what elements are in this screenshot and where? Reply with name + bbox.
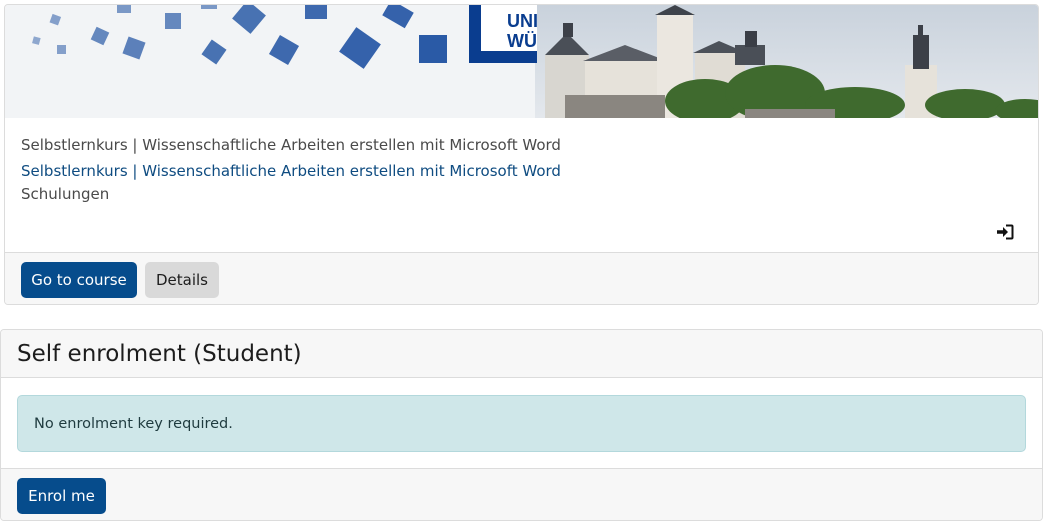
course-banner-image: UNI WÜ — [5, 5, 1038, 118]
course-title-link[interactable]: Selbstlernkurs | Wissenschaftliche Arbei… — [21, 162, 561, 180]
enrol-panel-header: Self enrolment (Student) — [1, 330, 1042, 378]
banner-logo-line2: WÜ — [507, 31, 537, 51]
course-fullname: Selbstlernkurs | Wissenschaftliche Arbei… — [21, 136, 561, 154]
course-card-body: Selbstlernkurs | Wissenschaftliche Arbei… — [5, 118, 1038, 252]
enrolment-key-notice: No enrolment key required. — [34, 416, 233, 432]
go-to-course-button[interactable]: Go to course — [21, 262, 137, 298]
course-category: Schulungen — [21, 185, 110, 203]
sign-in-icon — [996, 224, 1014, 240]
enrol-me-button[interactable]: Enrol me — [17, 478, 106, 514]
course-card: UNI WÜ Selbstlernkurs | Wissenschaftlich… — [4, 4, 1039, 305]
enrol-panel-footer: Enrol me — [1, 468, 1042, 520]
self-enrolment-panel: Self enrolment (Student) No enrolment ke… — [0, 329, 1043, 521]
details-button[interactable]: Details — [145, 262, 219, 298]
enrolment-key-alert: No enrolment key required. — [17, 395, 1026, 452]
banner-logo-line1: UNI — [507, 11, 538, 31]
enrol-panel-title: Self enrolment (Student) — [17, 341, 302, 367]
course-card-footer: Go to course Details — [5, 252, 1038, 304]
